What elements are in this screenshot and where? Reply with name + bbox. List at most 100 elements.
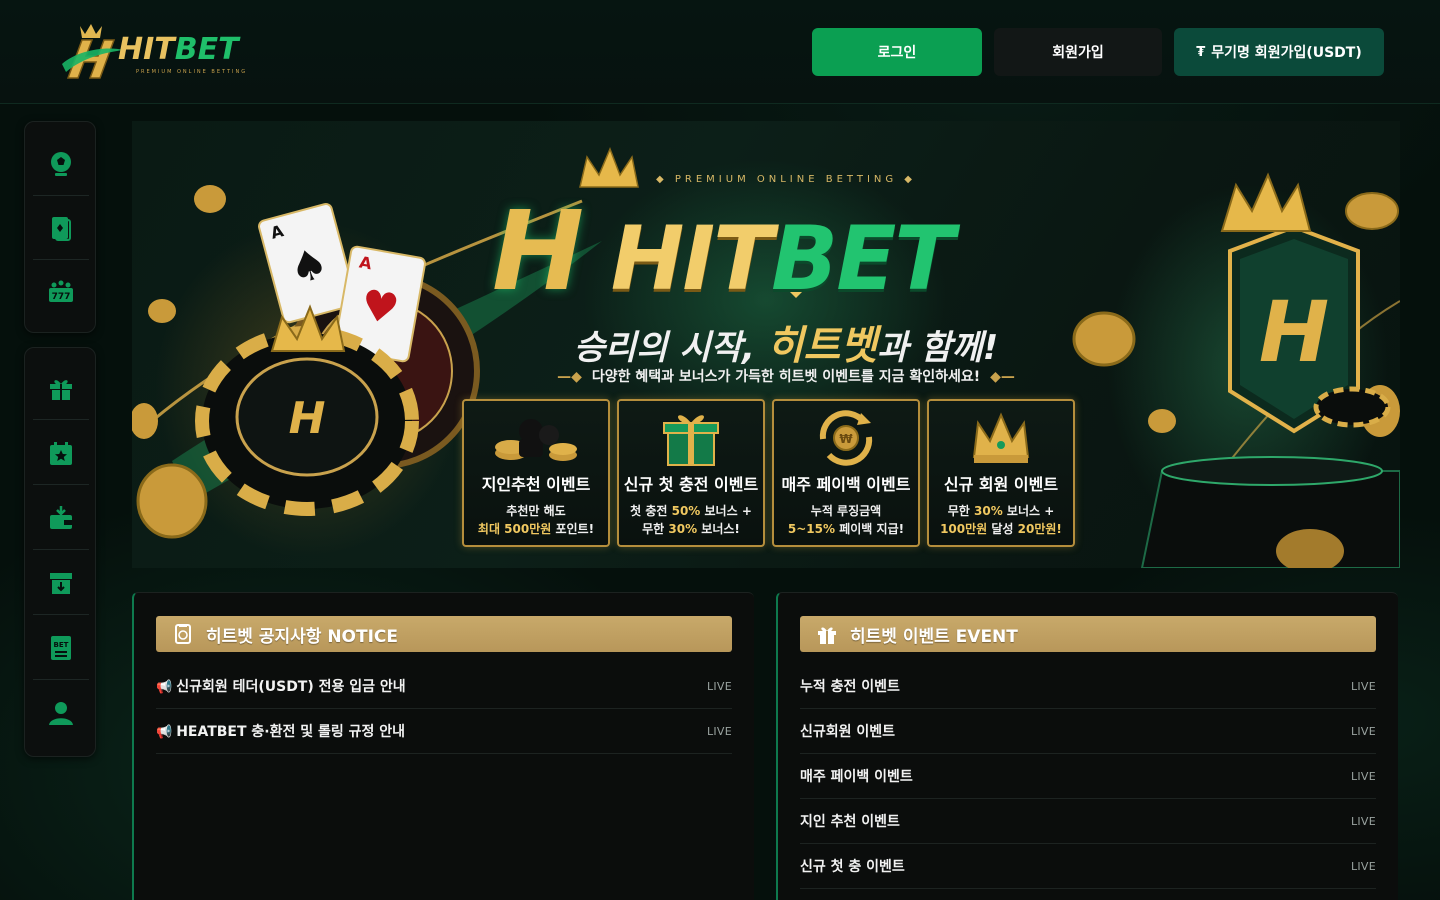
sidebar-item-bet-history[interactable]: BET <box>33 616 89 680</box>
event-card-first-deposit[interactable]: 신규 첫 충전 이벤트 첫 충전 50% 보너스 + 무한 30% 보너스! <box>617 399 765 547</box>
sidebar-item-mypage[interactable] <box>33 681 89 745</box>
notice-row-text: HEATBET 충·환전 및 롤링 규정 안내 <box>176 724 406 740</box>
sidebar-item-withdraw[interactable] <box>33 551 89 615</box>
event-row[interactable]: 신규 첫 충 이벤트 LIVE <box>800 844 1376 889</box>
logo-bet-text: BET <box>174 32 239 67</box>
event-card-new-member[interactable]: 신규 회원 이벤트 무한 30% 보너스 + 100만원 달성 20만원! <box>927 399 1075 547</box>
sidebar-games-group: 777 <box>24 121 96 333</box>
notice-panel-title: 히트벳 공지사항 NOTICE <box>206 626 399 647</box>
wallet-deposit-icon <box>50 505 72 529</box>
svg-text:₩: ₩ <box>839 432 853 446</box>
event-card-desc: 무한 30% 보너스! <box>619 520 763 537</box>
bet-slip-icon: BET <box>51 635 71 660</box>
sidebar-account-group: BET <box>24 347 96 757</box>
banner-logo-hit: HIT <box>610 207 773 310</box>
gift-icon <box>818 627 836 644</box>
event-row[interactable]: 지인 추천 이벤트 LIVE <box>800 799 1376 844</box>
event-card-desc-head: 첫 충전 <box>630 504 672 518</box>
event-card-desc-head: 무한 <box>642 522 669 536</box>
event-card-desc: 100만원 달성 20만원! <box>929 520 1073 537</box>
banner-subtitle-text: 다양한 혜택과 보너스가 가득한 히트벳 이벤트를 지금 확인하세요! <box>591 369 981 385</box>
live-badge: LIVE <box>1350 859 1376 873</box>
event-card-desc-tail: 포인트! <box>551 522 595 536</box>
megaphone-icon: 📢 <box>156 680 173 695</box>
banner-slogan-part-a: 승리의 시작, <box>573 328 767 368</box>
event-panel-header: 히트벳 이벤트 EVENT <box>800 616 1376 652</box>
notice-panel: 히트벳 공지사항 NOTICE 📢 신규회원 테더(USDT) 전용 입금 안내 … <box>132 592 754 900</box>
user-icon <box>49 702 73 725</box>
event-row-text: 매주 페이백 이벤트 <box>800 769 913 785</box>
sidebar-item-events[interactable] <box>33 356 89 420</box>
calendar-star-icon <box>50 441 72 465</box>
event-card-highlight: 20만원! <box>1017 522 1062 536</box>
svg-text:H: H <box>289 393 326 444</box>
gift-box-icon <box>619 407 763 469</box>
chips-coins-icon <box>464 407 608 469</box>
tether-icon: ₮ <box>1196 44 1206 60</box>
event-row[interactable]: 누적 충전 이벤트 LIVE <box>800 664 1376 709</box>
sidebar-item-casino[interactable] <box>33 196 89 260</box>
live-badge: LIVE <box>706 724 732 738</box>
live-badge: LIVE <box>1350 679 1376 693</box>
live-badge: LIVE <box>1350 814 1376 828</box>
site-logo[interactable]: HITBET PREMIUM ONLINE BETTING <box>58 20 253 84</box>
sidebar-item-sports[interactable] <box>33 132 89 196</box>
event-card-title: 신규 첫 충전 이벤트 <box>623 475 759 494</box>
event-card-desc: 5~15% 페이백 지급! <box>774 520 918 537</box>
svg-text:BET: BET <box>54 641 69 649</box>
event-card-highlight: 5~15% <box>787 522 836 536</box>
coin-cycle-icon: ₩ <box>774 407 918 469</box>
event-card-desc-tail: 보너스! <box>697 522 740 536</box>
event-card-highlight: 최대 500만원 <box>477 522 552 536</box>
crown-icon <box>929 407 1073 469</box>
event-card-desc: 추천만 해도 <box>506 504 566 518</box>
logo-tagline: PREMIUM ONLINE BETTING <box>136 69 248 75</box>
hero-banner[interactable]: A ♠ A ♥ H H ◆ PREMIUM ONLINE BETTING ◆ H… <box>132 121 1400 568</box>
banner-premium-tagline: ◆ PREMIUM ONLINE BETTING ◆ <box>656 174 916 185</box>
event-card-desc-head: 무한 <box>947 504 974 518</box>
event-card-title: 신규 회원 이벤트 <box>943 475 1059 494</box>
event-card-desc-tail: 보너스 + <box>1002 504 1055 518</box>
event-card-weekly-payback[interactable]: ₩ 매주 페이백 이벤트 누적 루징금액 5~15% 페이백 지급! <box>772 399 920 547</box>
event-card-title: 매주 페이백 이벤트 <box>781 475 911 494</box>
banner-subtitle: —◆ 다양한 혜택과 보너스가 가득한 히트벳 이벤트를 지금 확인하세요! ◆— <box>557 369 1015 385</box>
event-card-desc: 누적 루징금액 <box>810 504 882 518</box>
event-card-desc: 첫 충전 50% 보너스 + <box>619 502 763 519</box>
gift-icon <box>50 379 72 400</box>
signup-button[interactable]: 회원가입 <box>994 28 1162 76</box>
notice-row[interactable]: 📢 신규회원 테더(USDT) 전용 입금 안내 LIVE <box>156 664 732 709</box>
banner-logo-h-icon: H <box>492 187 584 315</box>
event-card-referral[interactable]: 지인추천 이벤트 추천만 해도 최대 500만원 포인트! <box>462 399 610 547</box>
banner-logo-bet: BET <box>771 207 954 310</box>
notice-row-title: 📢 신규회원 테더(USDT) 전용 입금 안내 <box>156 676 406 696</box>
event-row-text: 신규회원 이벤트 <box>800 724 896 740</box>
banner-logo: H HITBET <box>492 191 1052 311</box>
event-card-highlight: 30% <box>668 522 698 536</box>
svg-text:777: 777 <box>52 292 71 302</box>
event-card-title: 지인추천 이벤트 <box>481 475 591 494</box>
event-row-text: 지인 추천 이벤트 <box>800 814 900 830</box>
event-panel-title: 히트벳 이벤트 EVENT <box>850 626 1018 647</box>
soccer-ball-icon <box>51 151 71 176</box>
sidebar-item-attendance[interactable] <box>33 421 89 485</box>
notice-row-text: 신규회원 테더(USDT) 전용 입금 안내 <box>176 679 406 695</box>
event-row[interactable]: 매주 페이백 이벤트 LIVE <box>800 754 1376 799</box>
banner-slogan-part-c: 과 함께! <box>877 328 999 368</box>
top-header: HITBET PREMIUM ONLINE BETTING 로그인 회원가입 ₮… <box>0 0 1440 104</box>
logo-hit-text: HIT <box>118 32 175 67</box>
event-row-text: 누적 충전 이벤트 <box>800 679 900 695</box>
live-badge: LIVE <box>1350 724 1376 738</box>
event-panel: 히트벳 이벤트 EVENT 누적 충전 이벤트 LIVE 신규회원 이벤트 LI… <box>776 592 1398 900</box>
event-row[interactable]: 신규회원 이벤트 LIVE <box>800 709 1376 754</box>
banner-slogan-brand: 히트벳 <box>766 323 878 369</box>
notice-row[interactable]: 📢 HEATBET 충·환전 및 롤링 규정 안내 LIVE <box>156 709 732 754</box>
event-card-desc: 최대 500만원 포인트! <box>464 520 608 537</box>
sidebar-item-deposit[interactable] <box>33 486 89 550</box>
notice-document-icon <box>175 624 191 644</box>
login-button[interactable]: 로그인 <box>812 28 982 76</box>
event-card-highlight: 100만원 <box>940 522 988 536</box>
event-row-text: 신규 첫 충 이벤트 <box>800 859 905 875</box>
sidebar-item-slots[interactable]: 777 <box>33 260 89 324</box>
live-badge: LIVE <box>706 679 732 693</box>
anonymous-signup-usdt-button[interactable]: ₮ 무기명 회원가입(USDT) <box>1174 28 1384 76</box>
